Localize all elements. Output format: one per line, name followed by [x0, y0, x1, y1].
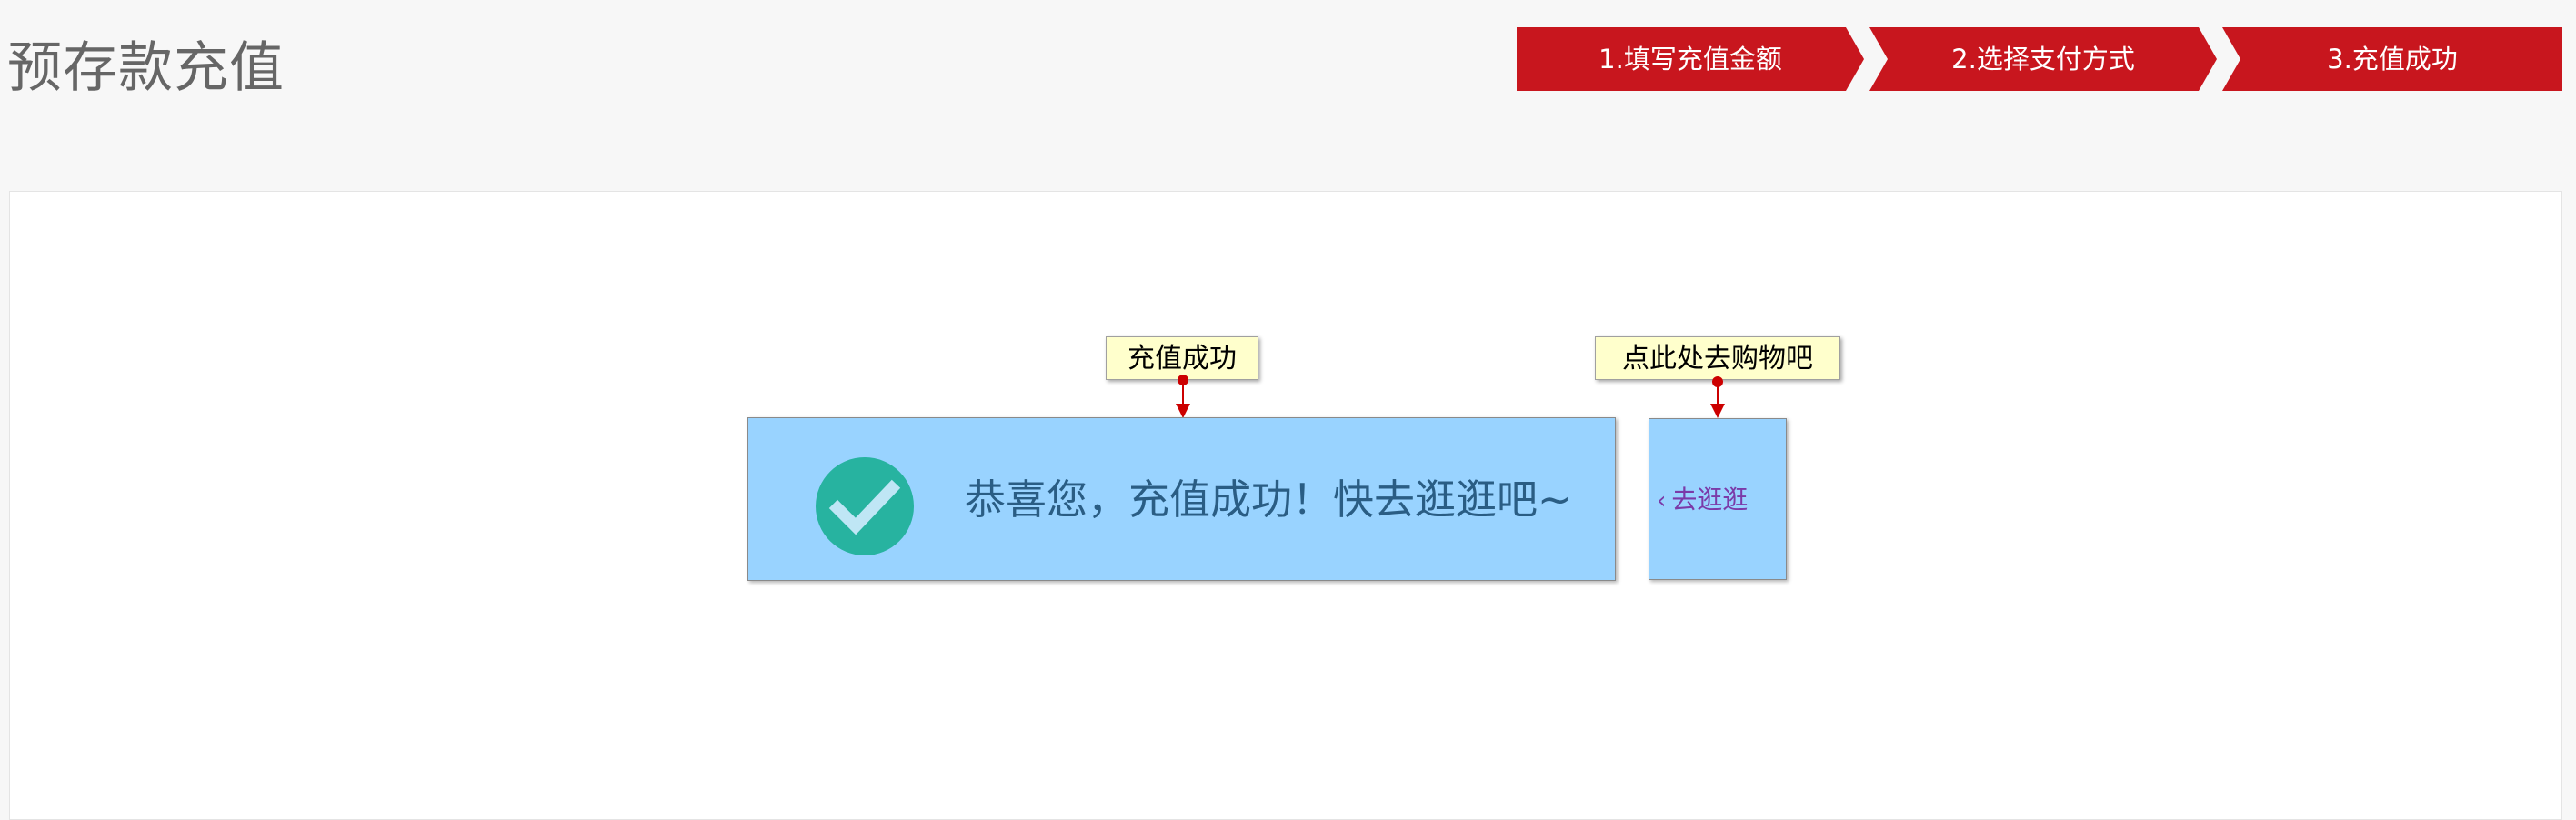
go-shopping-link[interactable]: ‹ 去逛逛 [1657, 419, 1748, 581]
go-shopping-button[interactable]: ‹ 去逛逛 [1649, 418, 1787, 580]
progress-steps: 1.填写充值金额 2.选择支付方式 3.充值成功 [1517, 27, 2562, 91]
check-circle-icon [816, 457, 914, 555]
step-recharge-success: 3.充值成功 [2222, 27, 2562, 91]
annotation-shop-label: 点此处去购物吧 [1595, 336, 1840, 380]
page-title: 预存款充值 [7, 36, 285, 100]
step-choose-payment: 2.选择支付方式 [1869, 27, 2217, 91]
success-message-box: 恭喜您，充值成功！快去逛逛吧~ [747, 417, 1616, 581]
go-shopping-label: 去逛逛 [1671, 485, 1749, 515]
step-fill-amount: 1.填写充值金额 [1517, 27, 1864, 91]
annotation-arrow-success [1176, 375, 1190, 418]
annotation-success-label: 充值成功 [1106, 336, 1258, 380]
chevron-left-icon: ‹ [1657, 487, 1667, 515]
success-message: 恭喜您，充值成功！快去逛逛吧~ [965, 475, 1572, 524]
annotation-arrow-shop [1710, 376, 1725, 418]
